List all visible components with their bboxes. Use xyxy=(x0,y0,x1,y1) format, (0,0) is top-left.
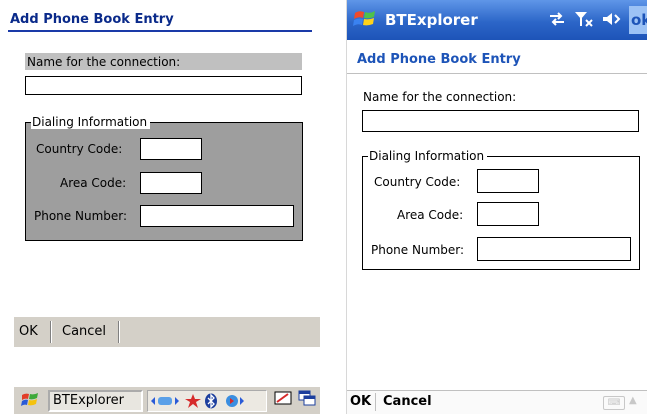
softkey-bar: OK Cancel ⌨ ▲ xyxy=(347,390,647,414)
phone-number-input[interactable] xyxy=(477,237,631,261)
connection-name-input[interactable] xyxy=(25,76,302,95)
area-code-input[interactable] xyxy=(477,202,539,226)
app-title: BTExplorer xyxy=(385,11,478,29)
network-icon[interactable] xyxy=(150,393,180,414)
area-code-label: Area Code: xyxy=(60,176,127,190)
ce-screen: Add Phone Book Entry Name for the connec… xyxy=(0,0,320,414)
start-button[interactable] xyxy=(353,9,377,35)
page-title: Add Phone Book Entry xyxy=(357,52,521,67)
country-code-input[interactable] xyxy=(140,138,202,160)
country-code-label: Country Code: xyxy=(36,142,123,156)
windows-flag-icon xyxy=(353,11,377,34)
signal-off-icon[interactable] xyxy=(573,10,595,33)
wm-screen: BTExplorer ok Add Phone Book Entry Name … xyxy=(346,0,647,414)
keyboard-icon[interactable]: ⌨ xyxy=(603,396,625,410)
command-separator xyxy=(118,321,120,343)
dialing-info-group: Dialing Information Country Code: Area C… xyxy=(362,149,640,270)
switch-window-icon[interactable] xyxy=(296,390,318,412)
title-divider xyxy=(347,73,647,74)
connection-name-label: Name for the connection: xyxy=(25,53,302,70)
connection-name-input[interactable] xyxy=(362,110,639,132)
start-button[interactable] xyxy=(18,391,42,411)
bluetooth-icon[interactable] xyxy=(204,393,218,414)
connection-name-label: Name for the connection: xyxy=(363,90,517,104)
country-code-input[interactable] xyxy=(477,169,539,193)
dialing-info-legend: Dialing Information xyxy=(368,149,488,163)
arrow-up-icon[interactable]: ▲ xyxy=(629,395,637,406)
country-code-label: Country Code: xyxy=(374,175,461,189)
system-tray xyxy=(147,390,267,412)
volume-icon[interactable] xyxy=(224,393,246,414)
area-code-input[interactable] xyxy=(140,172,202,194)
cancel-button[interactable]: Cancel xyxy=(62,317,106,347)
dialing-info-group: Dialing Information Country Code: Area C… xyxy=(25,115,303,241)
phone-number-label: Phone Number: xyxy=(34,209,128,223)
connectivity-icon[interactable] xyxy=(547,10,567,33)
ok-title-button[interactable]: ok xyxy=(629,6,647,34)
page-title: Add Phone Book Entry xyxy=(8,8,312,32)
command-bar: OK Cancel xyxy=(14,317,320,347)
taskbar: BTExplorer xyxy=(14,386,320,414)
area-code-label: Area Code: xyxy=(397,208,464,222)
softkey-separator xyxy=(375,393,376,411)
input-panel-icon[interactable] xyxy=(272,390,294,412)
cancel-softkey[interactable]: Cancel xyxy=(383,394,432,409)
windows-flag-icon xyxy=(20,393,40,413)
volume-icon[interactable] xyxy=(601,10,623,33)
sync-icon[interactable] xyxy=(184,393,202,414)
phone-number-label: Phone Number: xyxy=(371,243,465,257)
command-separator xyxy=(50,321,52,343)
taskbar-app-button[interactable]: BTExplorer xyxy=(48,390,143,412)
title-bar: BTExplorer ok xyxy=(347,0,647,40)
ok-button[interactable]: OK xyxy=(19,317,38,347)
ok-softkey[interactable]: OK xyxy=(350,394,371,409)
dialing-info-legend: Dialing Information xyxy=(31,115,151,129)
phone-number-input[interactable] xyxy=(140,205,294,227)
